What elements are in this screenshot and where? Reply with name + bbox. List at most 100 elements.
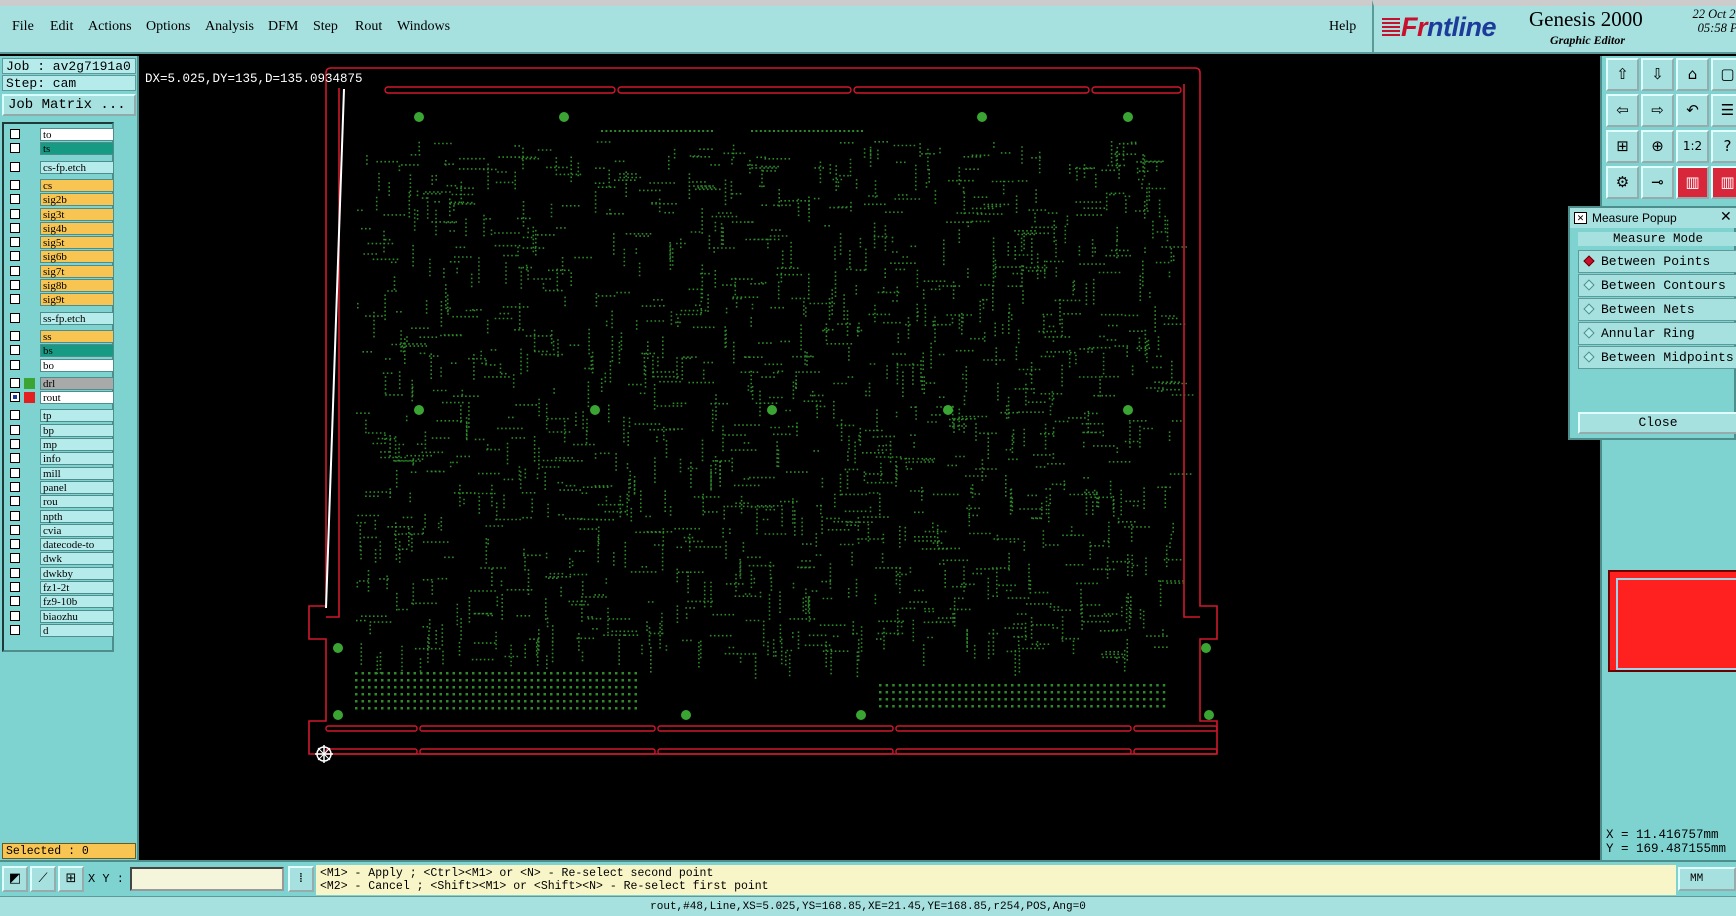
menu-file[interactable]: File <box>12 19 34 35</box>
info-icon[interactable]: ⁞ <box>288 866 314 892</box>
layer-checkbox[interactable] <box>10 510 20 521</box>
layer-checkbox[interactable] <box>10 582 20 592</box>
select-tool-icon[interactable]: ◩ <box>2 866 28 892</box>
list-icon[interactable]: ☰ <box>1711 94 1736 127</box>
layer-checkbox[interactable] <box>10 143 20 154</box>
units-button[interactable]: MM <box>1678 867 1736 891</box>
layer-checkbox[interactable] <box>10 179 20 190</box>
layer-name[interactable]: sig7t <box>40 264 114 278</box>
layer-checkbox[interactable] <box>10 222 20 233</box>
layer-name[interactable]: ss <box>40 329 114 343</box>
layer-row-fz1-2t[interactable]: fz1-2t <box>6 581 114 594</box>
mode-between-midpoints[interactable]: Between Midpoints <box>1578 346 1736 369</box>
layer-row-sig3t[interactable]: sig3t <box>6 207 114 221</box>
layer-row-to[interactable]: to <box>6 128 114 141</box>
layer-name[interactable]: cs-fp.etch <box>40 160 114 174</box>
snap-grid-icon[interactable]: ⊞ <box>58 866 84 892</box>
layer-checkbox[interactable] <box>10 312 20 323</box>
layer-row-tp[interactable]: tp <box>6 409 114 423</box>
layer-color-swatch[interactable] <box>24 377 35 389</box>
layer-row-ss-fp.etch[interactable]: ss-fp.etch <box>6 311 114 325</box>
settings-icon[interactable]: ⚙ <box>1606 166 1639 199</box>
layer-row-sig9t[interactable]: sig9t <box>6 293 114 307</box>
layer-name[interactable]: mp <box>40 438 114 451</box>
layer-checkbox[interactable] <box>10 129 20 139</box>
layers-red-2-icon[interactable]: ▥ <box>1711 166 1736 199</box>
layer-checkbox[interactable] <box>10 553 20 564</box>
mode-annular-ring[interactable]: Annular Ring <box>1578 322 1736 345</box>
overview-preview[interactable] <box>1608 570 1736 672</box>
layer-checkbox[interactable] <box>10 410 20 421</box>
layer-checkbox[interactable] <box>10 453 20 464</box>
layer-name[interactable]: biaozhu <box>40 609 114 623</box>
layer-checkbox[interactable] <box>10 624 20 635</box>
layer-name[interactable]: d <box>40 623 114 637</box>
menu-help[interactable]: Help <box>1329 19 1356 35</box>
layer-row-sig5t[interactable]: sig5t <box>6 236 114 250</box>
layer-name[interactable]: sig5t <box>40 236 114 250</box>
mode-between-points[interactable]: Between Points <box>1578 250 1736 273</box>
pin-icon[interactable]: ⊸ <box>1641 166 1674 199</box>
layer-row-biaozhu[interactable]: biaozhu <box>6 609 114 623</box>
layer-row-sig7t[interactable]: sig7t <box>6 264 114 278</box>
close-icon[interactable]: ✕ <box>1720 206 1732 226</box>
zoom-in-icon[interactable]: ⇩ <box>1641 58 1674 91</box>
graphic-canvas[interactable]: DX=5.025,DY=135,D=135.0934875 <box>141 56 1589 860</box>
layer-row-sig6b[interactable]: sig6b <box>6 250 114 264</box>
layer-checkbox[interactable] <box>10 539 20 550</box>
layers-red-icon[interactable]: ▥ <box>1676 166 1709 199</box>
menu-options[interactable]: Options <box>146 19 190 35</box>
mode-between-nets[interactable]: Between Nets <box>1578 298 1736 321</box>
layer-name[interactable]: rou <box>40 495 114 509</box>
layer-row-mill[interactable]: mill <box>6 466 114 480</box>
zoom-fit-icon[interactable]: ⊞ <box>1606 130 1639 163</box>
layer-row-bs[interactable]: bs <box>6 344 114 358</box>
layer-checkbox[interactable] <box>10 359 20 370</box>
layer-checkbox[interactable] <box>10 610 20 621</box>
layer-name[interactable]: panel <box>40 480 114 494</box>
layer-row-bo[interactable]: bo <box>6 358 114 372</box>
layer-checkbox[interactable] <box>10 424 20 435</box>
layer-name[interactable]: info <box>40 452 114 466</box>
menu-dfm[interactable]: DFM <box>268 19 298 35</box>
layer-name[interactable]: cvia <box>40 523 114 537</box>
layer-name[interactable]: sig9t <box>40 293 114 307</box>
zoom-home-icon[interactable]: ⇧ <box>1606 58 1639 91</box>
layer-name[interactable]: ts <box>40 142 114 156</box>
layer-row-drl[interactable]: drl <box>6 376 114 390</box>
layer-name[interactable]: sig3t <box>40 207 114 221</box>
layer-name[interactable]: cs <box>40 178 114 192</box>
xy-input[interactable] <box>130 867 284 891</box>
layer-checkbox[interactable] <box>10 294 20 305</box>
layer-name[interactable]: bp <box>40 423 114 437</box>
layer-checkbox[interactable] <box>10 439 20 449</box>
layer-row-sig4b[interactable]: sig4b <box>6 221 114 235</box>
popup-title-bar[interactable]: ✕ Measure Popup ✕ <box>1570 208 1736 228</box>
layer-name[interactable]: sig6b <box>40 250 114 264</box>
layer-row-bp[interactable]: bp <box>6 423 114 437</box>
pan-right-icon[interactable]: ⇨ <box>1641 94 1674 127</box>
layer-checkbox[interactable] <box>10 596 20 607</box>
help-icon[interactable]: ? <box>1711 130 1736 163</box>
layer-row-sig8b[interactable]: sig8b <box>6 279 114 292</box>
layer-name[interactable]: to <box>40 128 114 141</box>
layer-row-rout[interactable]: rout <box>6 391 114 405</box>
layer-name[interactable]: bo <box>40 358 114 372</box>
layer-checkbox[interactable] <box>10 481 20 492</box>
mode-between-contours[interactable]: Between Contours <box>1578 274 1736 297</box>
layer-checkbox[interactable] <box>10 194 20 205</box>
layer-name[interactable]: bs <box>40 344 114 358</box>
home-icon[interactable]: ⌂ <box>1676 58 1709 91</box>
layer-row-ss[interactable]: ss <box>6 329 114 343</box>
layer-row-d[interactable]: d <box>6 623 114 637</box>
menu-edit[interactable]: Edit <box>50 19 73 35</box>
layer-checkbox[interactable] <box>10 280 20 290</box>
layer-name[interactable]: fz1-2t <box>40 581 114 594</box>
layer-name[interactable]: dwkby <box>40 566 114 580</box>
page-icon[interactable]: ▢ <box>1711 58 1736 91</box>
layer-checkbox[interactable] <box>10 161 20 172</box>
scale-1-2-icon[interactable]: 1:2 <box>1676 130 1709 163</box>
measure-tool-icon[interactable]: ⟋ <box>30 866 56 892</box>
layer-checkbox[interactable] <box>10 265 20 276</box>
menu-rout[interactable]: Rout <box>355 19 382 35</box>
